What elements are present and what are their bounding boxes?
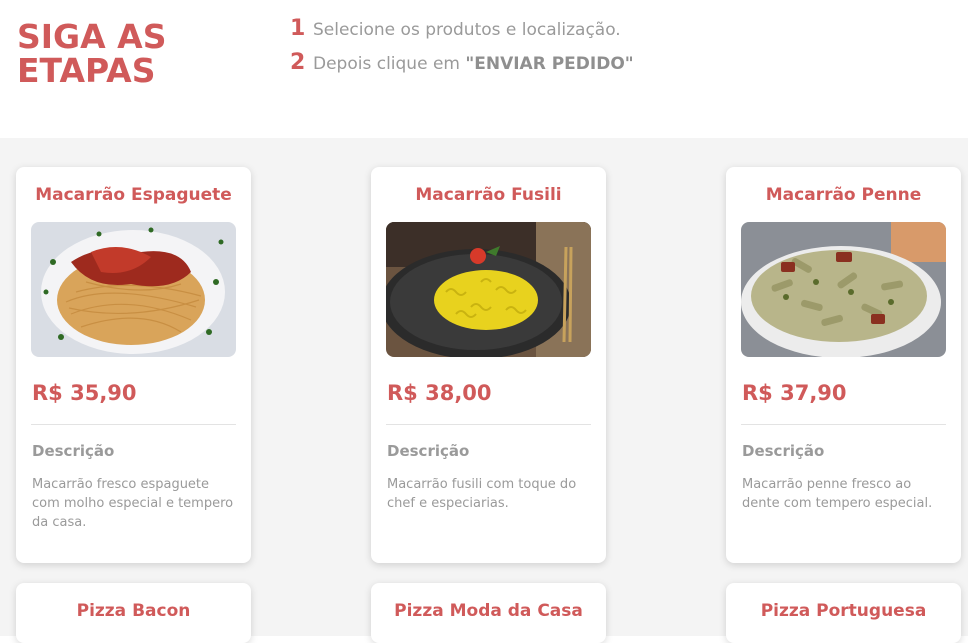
- product-price: R$ 37,90: [742, 381, 847, 405]
- step-2: 2 Depois clique em "ENVIAR PEDIDO": [290, 50, 634, 84]
- step-1: 1 Selecione os produtos e localização.: [290, 16, 634, 50]
- page-title: SIGA AS ETAPAS: [17, 20, 166, 88]
- title-line-2: ETAPAS: [17, 51, 156, 90]
- step-number: 1: [290, 16, 306, 41]
- product-card[interactable]: Pizza Moda da Casa: [371, 583, 606, 643]
- product-price: R$ 38,00: [387, 381, 492, 405]
- spaghetti-photo: [31, 222, 236, 357]
- step-text-emphasis: "ENVIAR PEDIDO": [465, 54, 634, 74]
- divider: [741, 424, 946, 425]
- penne-photo: [741, 222, 946, 357]
- divider: [31, 424, 236, 425]
- product-name: Pizza Moda da Casa: [394, 601, 583, 621]
- divider: [386, 424, 591, 425]
- steps-list: 1 Selecione os produtos e localização. 2…: [290, 16, 634, 84]
- title-line-1: SIGA AS: [17, 17, 167, 56]
- step-text: Depois clique em "ENVIAR PEDIDO": [313, 54, 634, 74]
- page-header: SIGA AS ETAPAS 1 Selecione os produtos e…: [0, 0, 968, 138]
- step-text: Selecione os produtos e localização.: [313, 20, 621, 40]
- product-description: Macarrão penne fresco ao dente com tempe…: [742, 477, 933, 511]
- description-heading: Descrição: [32, 442, 115, 460]
- product-name: Pizza Portuguesa: [760, 601, 927, 621]
- product-name: Macarrão Fusili: [415, 185, 562, 205]
- fusilli-photo: [386, 222, 591, 357]
- product-card[interactable]: Pizza Bacon: [16, 583, 251, 643]
- product-card[interactable]: Macarrão Fusili R$ 38,00 Descrição Macar…: [371, 167, 606, 563]
- product-name: Macarrão Penne: [765, 185, 922, 205]
- product-name: Pizza Bacon: [76, 601, 191, 621]
- product-price: R$ 35,90: [32, 381, 137, 405]
- product-card[interactable]: Macarrão Penne R$ 37,90 Descrição Macarr…: [726, 167, 961, 563]
- product-card[interactable]: Pizza Portuguesa: [726, 583, 961, 643]
- step-number: 2: [290, 50, 306, 75]
- product-card[interactable]: Macarrão Espaguete R$ 35,90 Descrição Ma…: [16, 167, 251, 563]
- step-text-prefix: Depois clique em: [313, 54, 466, 74]
- product-description: Macarrão fusili com toque do chef e espe…: [387, 477, 577, 511]
- description-heading: Descrição: [742, 442, 825, 460]
- product-name: Macarrão Espaguete: [35, 185, 232, 205]
- product-description: Macarrão fresco espaguete com molho espe…: [32, 477, 234, 530]
- description-heading: Descrição: [387, 442, 470, 460]
- product-grid: Macarrão Espaguete R$ 35,90 Descrição Ma…: [0, 138, 968, 643]
